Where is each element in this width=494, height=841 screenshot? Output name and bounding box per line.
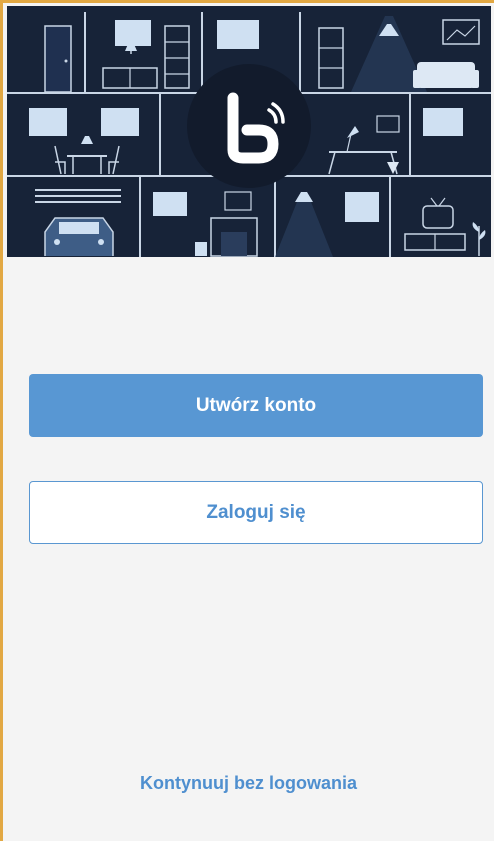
login-button[interactable]: Zaloguj się — [29, 481, 483, 544]
hero-illustration — [7, 6, 491, 257]
house-cutaway-illustration — [7, 6, 491, 257]
app-screen: Utwórz konto Zaloguj się Kontynuuj bez l… — [0, 0, 494, 841]
brand-logo-icon — [187, 64, 311, 188]
continue-without-login-link[interactable]: Kontynuuj bez logowania — [3, 773, 494, 794]
create-account-button[interactable]: Utwórz konto — [29, 374, 483, 437]
